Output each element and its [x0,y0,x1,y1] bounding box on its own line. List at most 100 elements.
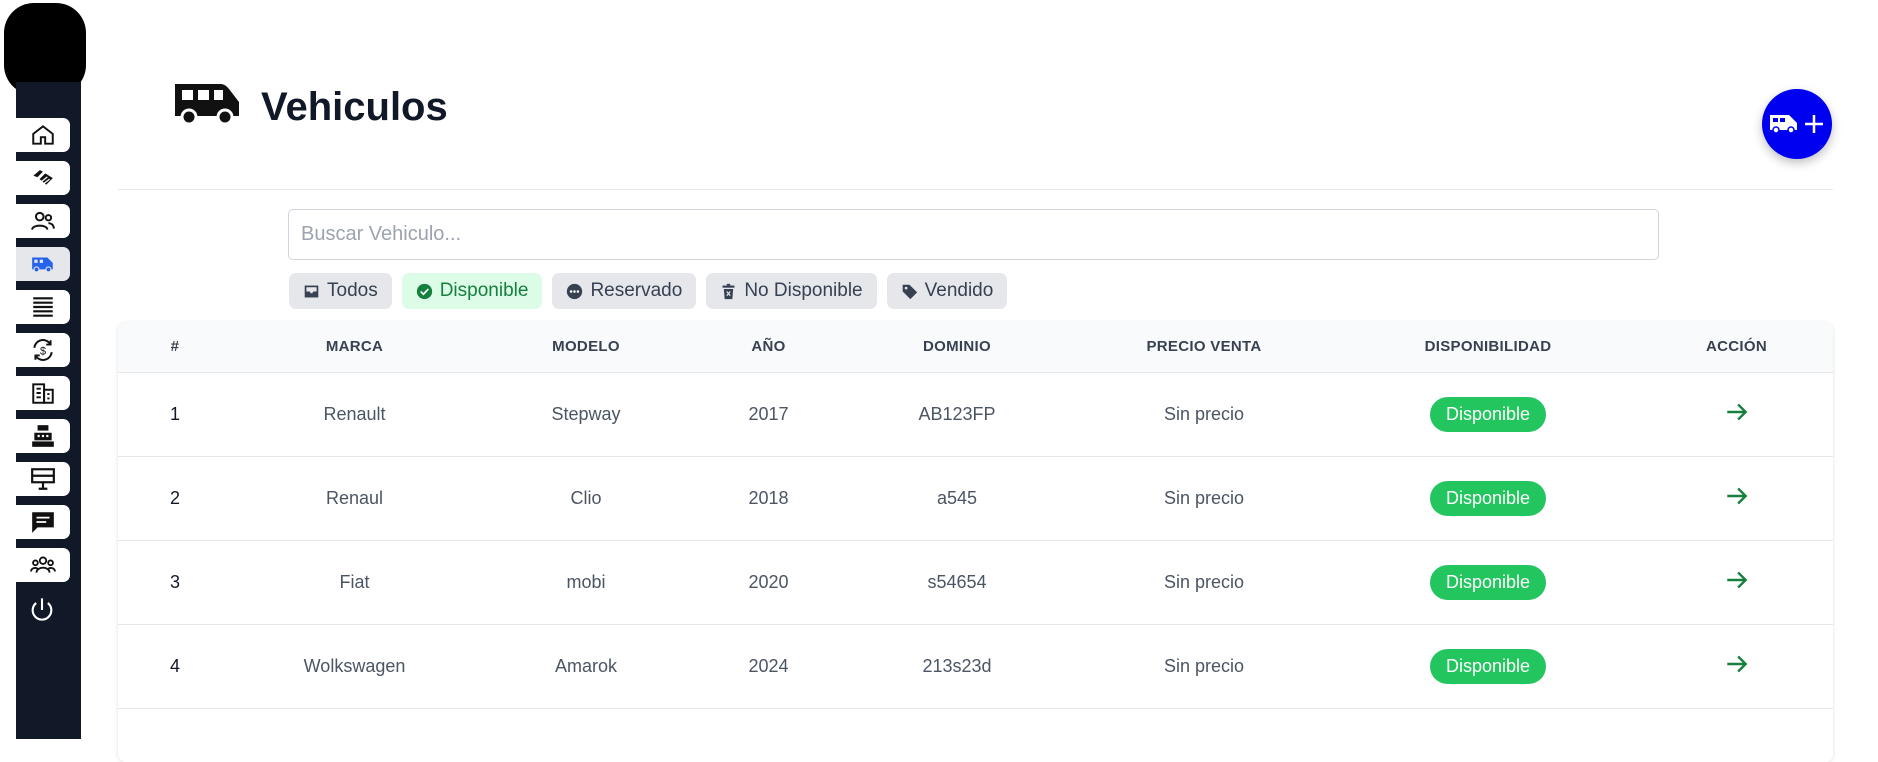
cell-precio: Sin precio [1163,487,1245,508]
van-icon [32,257,53,273]
cell-precio: Sin precio [1163,655,1245,676]
table-row: 2 Renaul Clio 2018 a545 Sin precio Dispo… [118,456,1833,540]
filter-label: Reservado [590,280,683,301]
filter-todos[interactable]: Todos [289,273,392,309]
cell-accion [1640,624,1833,708]
cell-dominio: s54654 [927,571,987,592]
monitor-icon [31,468,55,490]
column-header: # [170,338,180,356]
arrow-right-icon[interactable] [1724,483,1750,509]
row-number: 1 [169,403,180,424]
cell-modelo: Clio [570,487,602,508]
sidebar: $ [16,82,81,739]
cell-disponibilidad: Disponible [1336,540,1640,624]
column-header: MARCA [325,338,384,356]
table-row: 1 Renault Stepway 2017 AB123FP Sin preci… [118,372,1833,456]
sidebar-item-vehicles[interactable] [16,247,70,281]
home-icon [32,125,54,145]
row-number: 3 [169,571,180,592]
sidebar-item-messages[interactable] [16,505,70,539]
column-header: ACCIÓN [1706,338,1767,356]
sidebar-item-home[interactable] [16,118,70,152]
cell-modelo: Stepway [551,403,621,424]
sidebar-item-users[interactable] [16,204,70,238]
add-vehicle-button[interactable] [1762,89,1832,159]
cash-register-icon [32,425,54,447]
dots-circle-icon [567,283,583,299]
cell-accion [1640,372,1833,456]
inbox-icon [304,285,319,297]
cell-disponibilidad: Disponible [1336,456,1640,540]
list-icon [33,297,53,317]
cell-anio: 2017 [748,403,789,424]
cell-precio: Sin precio [1163,571,1245,592]
column-header: DISPONIBILIDAD [1424,338,1552,356]
sidebar-item-cash-register[interactable] [16,419,70,453]
status-badge: Disponible [1429,648,1547,684]
cell-anio: 2018 [748,487,789,508]
status-badge: Disponible [1429,396,1547,432]
cell-marca: Renault [323,403,386,424]
cell-marca: Wolkswagen [303,655,406,676]
filter-disponible[interactable]: Disponible [401,273,543,309]
building-icon [32,383,54,404]
header-divider [118,189,1833,190]
filter-label: Vendido [924,280,994,301]
arrow-right-icon[interactable] [1724,399,1750,425]
column-header: AÑO [751,338,786,356]
filter-vendido[interactable]: Vendido [886,273,1008,309]
table-row: 3 Fiat mobi 2020 s54654 Sin precio Dispo… [118,540,1833,624]
arrow-right-icon[interactable] [1724,567,1750,593]
cell-anio: 2024 [748,655,789,676]
cell-precio: Sin precio [1163,403,1245,424]
status-badge: Disponible [1429,480,1547,516]
cell-dominio: 213s23d [922,655,992,676]
column-header: MODELO [552,338,620,356]
filter-label: Disponible [439,280,529,301]
tag-icon [902,284,917,299]
sidebar-item-groups[interactable] [16,548,70,582]
page-title: Vehiculos [261,85,448,129]
logout-button[interactable] [26,594,58,626]
cell-anio: 2020 [748,571,789,592]
sidebar-item-exchange[interactable]: $ [16,333,70,367]
power-icon [31,598,53,621]
filter-label: Todos [327,280,378,301]
sidebar-item-monitor[interactable] [16,462,70,496]
row-number: 2 [169,487,180,508]
trash-icon [722,283,735,299]
cell-accion [1640,540,1833,624]
sidebar-item-companies[interactable] [16,376,70,410]
table-header-row: # MARCA MODELO AÑO DOMINIO PRECIO VENTA … [118,322,1833,372]
search-input[interactable] [288,209,1659,260]
users-icon [31,211,55,230]
vehicles-table: # MARCA MODELO AÑO DOMINIO PRECIO VENTA … [118,322,1833,762]
plus-icon [1805,115,1823,133]
filter-no-disponible[interactable]: No Disponible [706,273,877,309]
sidebar-item-list[interactable] [16,290,70,324]
filter-label: No Disponible [744,280,863,301]
column-header: PRECIO VENTA [1146,338,1262,356]
row-number: 4 [169,655,180,676]
filter-reservado[interactable]: Reservado [552,273,697,309]
handshake-icon [30,168,55,187]
van-icon [175,84,239,126]
cell-marca: Fiat [339,571,370,592]
group-icon [30,556,56,573]
exchange-dollar-icon: $ [33,339,53,361]
sidebar-item-deals[interactable] [16,161,70,195]
chat-icon [32,512,54,533]
table-row: 4 Wolkswagen Amarok 2024 213s23d Sin pre… [118,624,1833,708]
van-icon [1770,115,1797,134]
cell-dominio: a545 [936,487,978,508]
arrow-right-icon[interactable] [1724,651,1750,677]
cell-disponibilidad: Disponible [1336,624,1640,708]
table-row-partial [118,708,1833,762]
cell-dominio: AB123FP [918,403,996,424]
status-filters: Todos Disponible Reservado No Disponible… [289,273,1008,309]
cell-disponibilidad: Disponible [1336,372,1640,456]
column-header: DOMINIO [923,338,991,356]
cell-marca: Renaul [325,487,384,508]
cell-modelo: Amarok [554,655,617,676]
status-badge: Disponible [1429,564,1547,600]
